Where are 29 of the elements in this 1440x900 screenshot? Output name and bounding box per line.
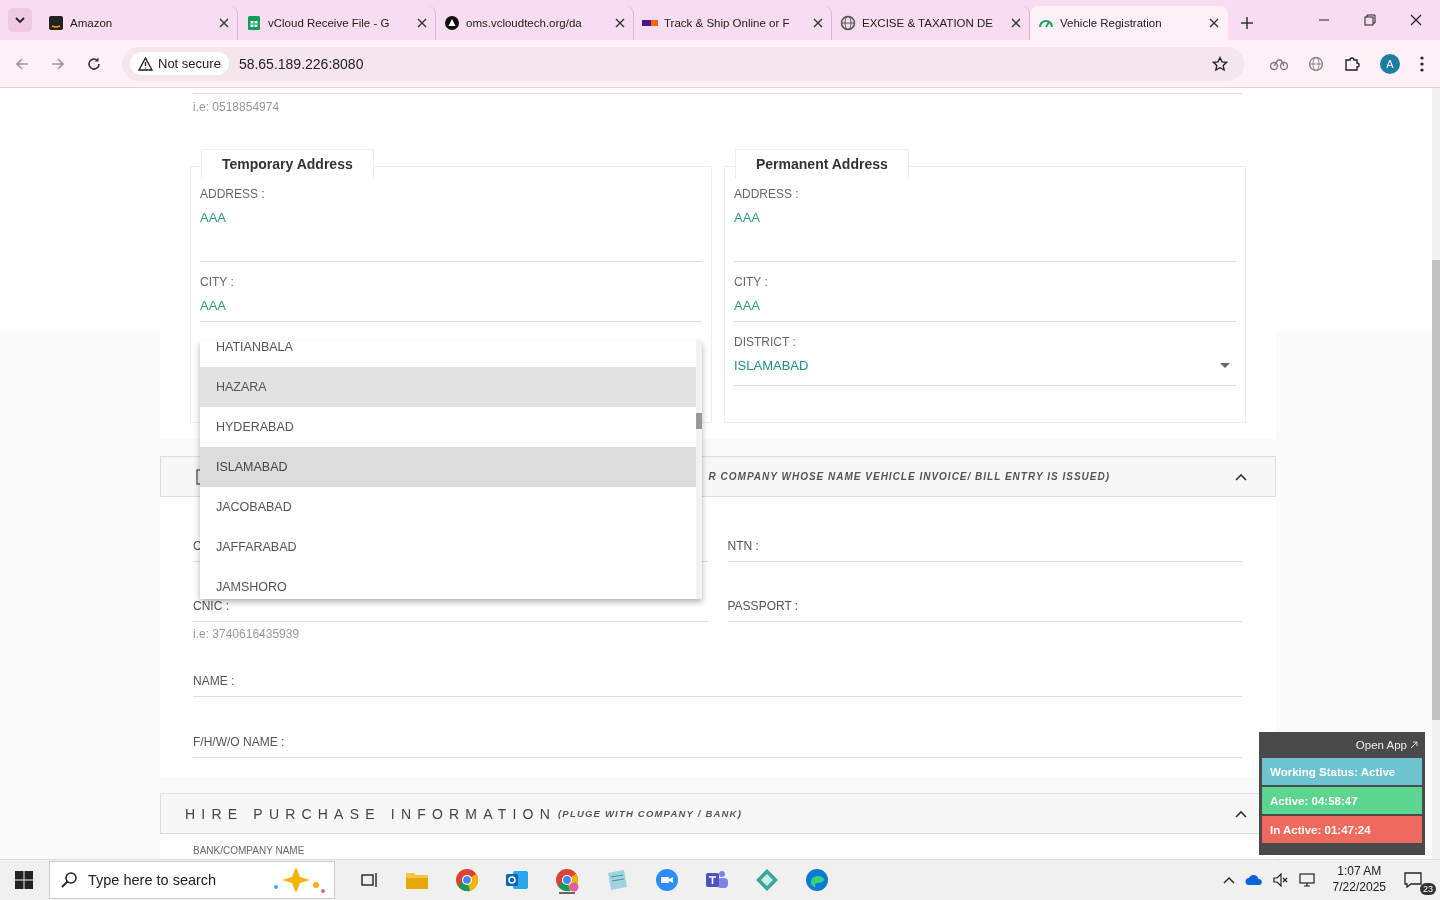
field-label: ADDRESS : xyxy=(200,187,266,201)
field-hint: i.e: 3740616435939 xyxy=(193,627,301,641)
field-label: NTN : xyxy=(727,539,759,553)
status-label: Active: 04:58:47 xyxy=(1262,787,1422,814)
tab-title: oms.vcloudtech.org/da xyxy=(466,17,583,29)
field-label: CITY : xyxy=(200,275,235,289)
field-label: DISTRICT : xyxy=(734,335,797,349)
section-title: HIRE PURCHASE INFORMATION xyxy=(185,805,556,822)
tab-title: vCloud Receive File - G xyxy=(268,17,391,29)
field-label: CITY : xyxy=(734,275,769,289)
tab-title: Amazon xyxy=(70,17,114,29)
tab-title: EXCISE & TAXATION DE xyxy=(862,17,994,29)
field-hint: i.e: 0518854974 xyxy=(193,100,281,114)
section-subtitle: (PLUGE WITH COMPANY / BANK) xyxy=(558,808,743,819)
panel-legend: Permanent Address xyxy=(735,149,909,178)
status-label: In Active: 01:47:24 xyxy=(1262,816,1422,843)
field-label: PASSPORT : xyxy=(727,599,799,613)
field-label: F/H/W/O NAME : xyxy=(193,735,285,749)
panel-legend: Temporary Address xyxy=(201,149,374,178)
tab-title: Track & Ship Online or F xyxy=(664,17,791,29)
section-title: R COMPANY WHOSE NAME VEHICLE INVOICE/ BILL ENTRY IS ISSUED) xyxy=(708,471,1110,482)
status-label: Working Status: Active xyxy=(1262,758,1422,785)
field-label: ADDRESS : xyxy=(734,187,800,201)
field-label: CNIC : xyxy=(193,599,229,613)
field-label: NAME : xyxy=(193,674,235,688)
field-label: BANK/COMPANY NAME xyxy=(193,845,305,856)
tab-title: Vehicle Registration xyxy=(1060,17,1163,29)
url-text: 58.65.189.226:8080 xyxy=(238,55,365,72)
notification-badge: 23 xyxy=(1420,883,1436,895)
